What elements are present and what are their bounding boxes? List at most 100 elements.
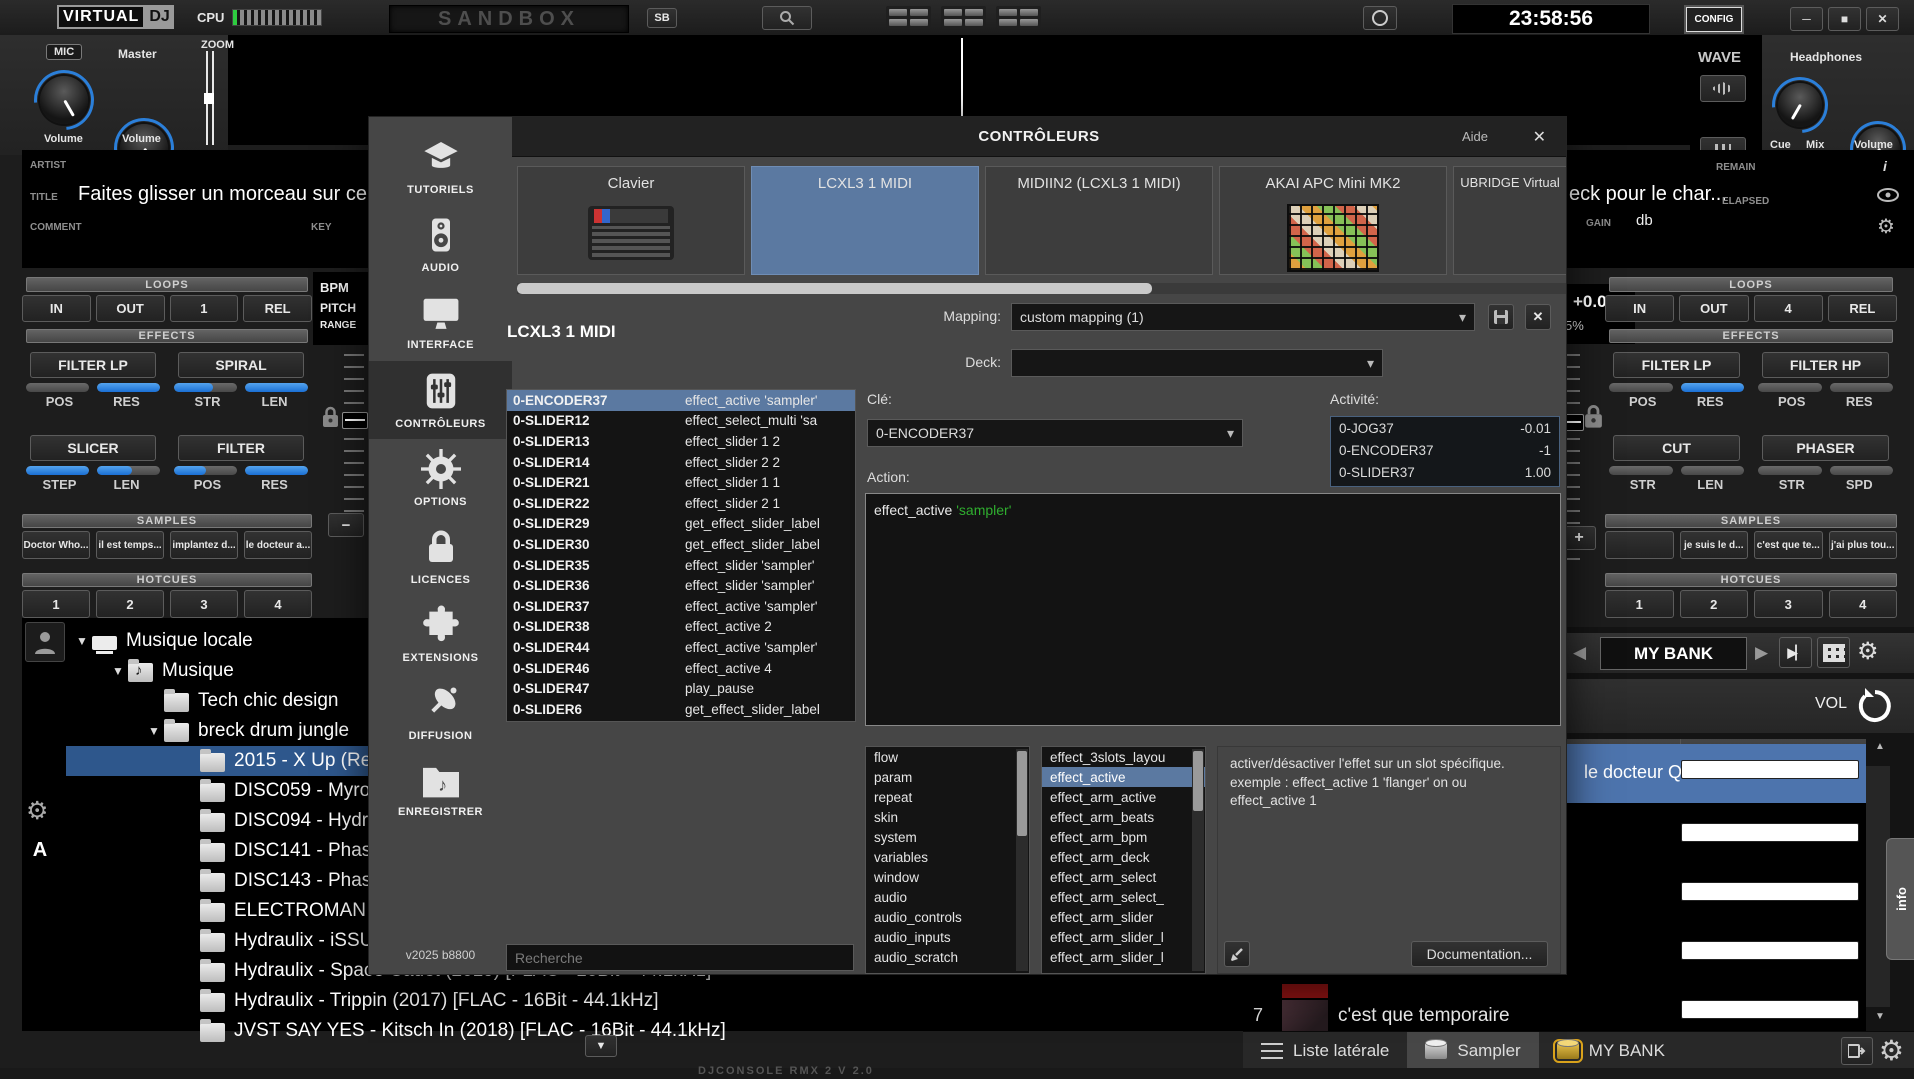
fx-param-bar[interactable] [174,466,237,475]
hotcue-button[interactable]: 3 [1754,590,1823,618]
action-row[interactable]: effect_arm_select [1042,867,1205,887]
action-row[interactable]: effect_arm_slider [1042,907,1205,927]
sidebar-item-licences[interactable]: LICENCES [369,517,512,595]
category-row[interactable]: audio_scratch [866,947,1029,967]
categories-scrollbar[interactable] [1016,749,1028,971]
sampler-row[interactable] [1557,803,1866,862]
tab-ubridge[interactable]: UBRIDGE Virtual [1453,166,1566,275]
midi-key-row[interactable]: 0-SLIDER47 play_pause [507,678,855,699]
fx-slot-button[interactable]: FILTER HP [1762,352,1889,378]
settings-icon[interactable] [1879,1034,1904,1067]
midi-key-row[interactable]: 0-ENCODER37 effect_active 'sampler' [507,390,855,411]
hotcue-button[interactable]: 2 [96,590,164,618]
sampler-row[interactable] [1557,980,1866,1031]
hotcue-button[interactable]: 4 [1829,590,1898,618]
category-row[interactable]: skin [866,807,1029,827]
bottom-bar-tab[interactable]: Sampler [1407,1032,1538,1069]
action-row[interactable]: effect_arm_slider_l [1042,947,1205,967]
mic-volume-knob[interactable] [40,76,88,124]
pitch-slider-handle-left[interactable] [342,412,368,429]
learn-button[interactable] [1224,941,1250,967]
fx-slot-button[interactable]: CUT [1613,435,1740,461]
fx-param-bar[interactable] [97,466,160,475]
loop-button[interactable]: REL [243,295,312,322]
midi-key-row[interactable]: 0-SLIDER13 effect_slider 1 2 [507,431,855,452]
loop-icon[interactable] [1857,688,1893,724]
category-row[interactable]: audio [866,887,1029,907]
scroll-up-icon[interactable] [1870,741,1890,761]
config-button[interactable]: CONFIG [1686,7,1742,32]
fx-param-bar[interactable] [1758,466,1822,475]
midi-key-row[interactable]: 0-SLIDER38 effect_active 2 [507,617,855,638]
action-editor[interactable]: effect_active 'sampler' [865,493,1561,726]
sample-button[interactable]: Doctor Who... [22,531,90,559]
sidebar-item-tutoriels[interactable]: TUTORIELS [369,127,512,205]
fx-param-bar[interactable] [1758,383,1822,392]
fx-param-bar[interactable] [26,383,89,392]
fx-slot-button[interactable]: PHASER [1762,435,1889,461]
fx-param-bar[interactable] [174,383,237,392]
info-tab[interactable]: info [1886,838,1914,960]
loop-button[interactable]: 1 [170,295,239,322]
category-row[interactable]: audio_inputs [866,927,1029,947]
action-row[interactable]: effect_arm_beats [1042,807,1205,827]
sample-button[interactable]: je suis le d... [1680,531,1749,559]
tabs-scrollbar[interactable] [517,283,1566,294]
fx-param-bar[interactable] [1609,383,1673,392]
sidebar-item-contrôleurs[interactable]: CONTRÔLEURS [369,361,512,439]
sampler-volume-bar[interactable] [1682,1001,1858,1018]
hotcue-button[interactable]: 2 [1680,590,1749,618]
documentation-button[interactable]: Documentation... [1411,941,1548,967]
bottom-bar-tab[interactable]: MY BANK [1539,1032,1683,1069]
category-row[interactable]: variables [866,847,1029,867]
sampler-row[interactable]: le docteur Qui ! [1557,744,1866,803]
sampler-row[interactable] [1557,862,1866,921]
midi-key-row[interactable]: 0-SLIDER36 effect_slider 'sampler' [507,575,855,596]
scratch-wave-button[interactable] [1700,75,1746,102]
fx-param-bar[interactable] [1609,466,1673,475]
close-button[interactable] [1866,7,1899,31]
sidebar-item-interface[interactable]: INTERFACE [369,283,512,361]
pitch-slider-left[interactable] [344,350,364,512]
sidebar-item-diffusion[interactable]: DIFFUSION [369,673,512,751]
pitch-plus-button[interactable] [1562,526,1596,550]
sample-button[interactable]: c'est que te... [1754,531,1823,559]
category-row[interactable]: repeat [866,787,1029,807]
sample-button[interactable]: il est temps... [96,531,164,559]
sample-button[interactable] [1605,531,1674,559]
category-row[interactable]: window [866,867,1029,887]
hotcue-button[interactable]: 1 [1605,590,1674,618]
action-row[interactable]: effect_arm_slider_l [1042,927,1205,947]
pitch-lock-icon[interactable] [322,406,339,428]
midi-key-row[interactable]: 0-SLIDER22 effect_slider 2 1 [507,493,855,514]
category-row[interactable]: param [866,767,1029,787]
bank-prev-icon[interactable] [1573,643,1586,663]
tree-row[interactable]: JVST SAY YES - Kitsch In (2018) [FLAC - … [66,1016,1243,1046]
fx-slot-button[interactable]: SPIRAL [178,352,304,378]
fx-param-bar[interactable] [26,466,89,475]
sb-button[interactable]: SB [647,8,677,28]
key-search-input[interactable] [506,944,854,971]
midi-key-row[interactable]: 0-SLIDER12 effect_select_multi 'sa [507,411,855,432]
export-button[interactable] [1841,1037,1873,1065]
sampler-volume-bar[interactable] [1682,761,1858,778]
fx-slot-button[interactable]: FILTER LP [30,352,156,378]
pad-view-button[interactable] [1817,637,1850,668]
category-row[interactable]: system [866,827,1029,847]
browser-settings-icon[interactable] [26,796,48,826]
category-row[interactable]: audio_controls [866,907,1029,927]
sampler-row[interactable] [1557,921,1866,980]
info-icon[interactable]: i [1883,158,1887,174]
dialog-close-icon[interactable] [1533,127,1546,147]
midi-key-row[interactable]: 0-SLIDER44 effect_active 'sampler' [507,637,855,658]
loop-button[interactable]: IN [1605,295,1674,322]
tree-expand-arrow[interactable]: ▼ [144,724,164,738]
layout-2decks-button[interactable] [886,6,931,29]
loop-button[interactable]: REL [1828,295,1897,322]
tab-lcxl3-midi[interactable]: LCXL3 1 MIDI [751,166,979,275]
layout-6decks-button[interactable] [996,6,1041,29]
sidebar-item-extensions[interactable]: EXTENSIONS [369,595,512,673]
tree-expand-arrow[interactable]: ▼ [108,664,128,678]
fx-slot-button[interactable]: SLICER [30,435,156,461]
fx-param-bar[interactable] [245,466,308,475]
